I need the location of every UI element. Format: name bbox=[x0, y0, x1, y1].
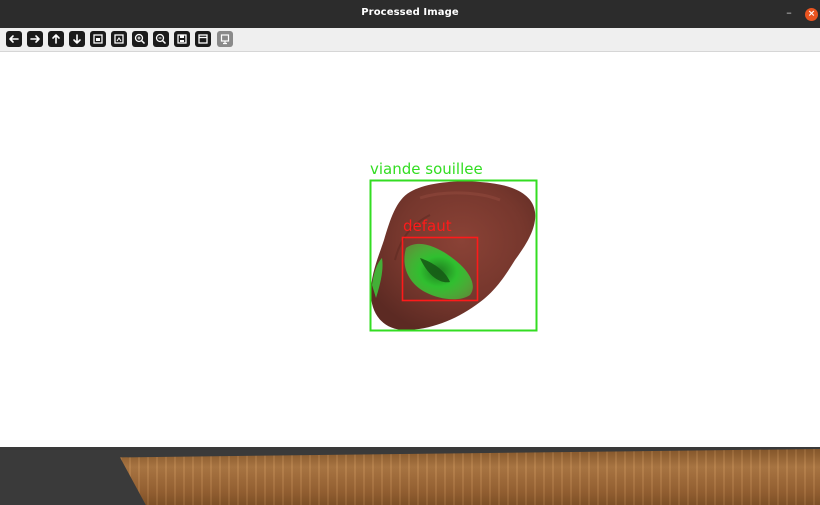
detection-label-meat: viande souillee bbox=[370, 160, 483, 178]
processed-image bbox=[369, 179, 538, 332]
close-button[interactable]: × bbox=[805, 8, 818, 21]
toolbar bbox=[0, 28, 820, 52]
zoom-in-icon[interactable] bbox=[132, 31, 148, 47]
minimize-button[interactable]: – bbox=[782, 6, 796, 20]
wooden-table bbox=[120, 449, 820, 505]
arrow-left-icon[interactable] bbox=[6, 31, 22, 47]
title-bar[interactable]: Processed Image – × bbox=[0, 0, 820, 28]
zoom-fit-icon[interactable] bbox=[90, 31, 106, 47]
properties-icon[interactable] bbox=[195, 31, 211, 47]
detection-label-defect: defaut bbox=[403, 217, 452, 235]
arrow-up-icon[interactable] bbox=[48, 31, 64, 47]
arrow-down-icon[interactable] bbox=[69, 31, 85, 47]
settings-disabled-icon bbox=[217, 31, 233, 47]
desktop-background bbox=[0, 447, 820, 505]
zoom-original-icon[interactable] bbox=[111, 31, 127, 47]
image-window: Processed Image – × viande souillee defa… bbox=[0, 0, 820, 447]
arrow-right-icon[interactable] bbox=[27, 31, 43, 47]
zoom-out-icon[interactable] bbox=[153, 31, 169, 47]
save-icon[interactable] bbox=[174, 31, 190, 47]
image-canvas[interactable]: viande souillee defaut bbox=[0, 52, 820, 447]
window-title: Processed Image bbox=[361, 7, 459, 18]
